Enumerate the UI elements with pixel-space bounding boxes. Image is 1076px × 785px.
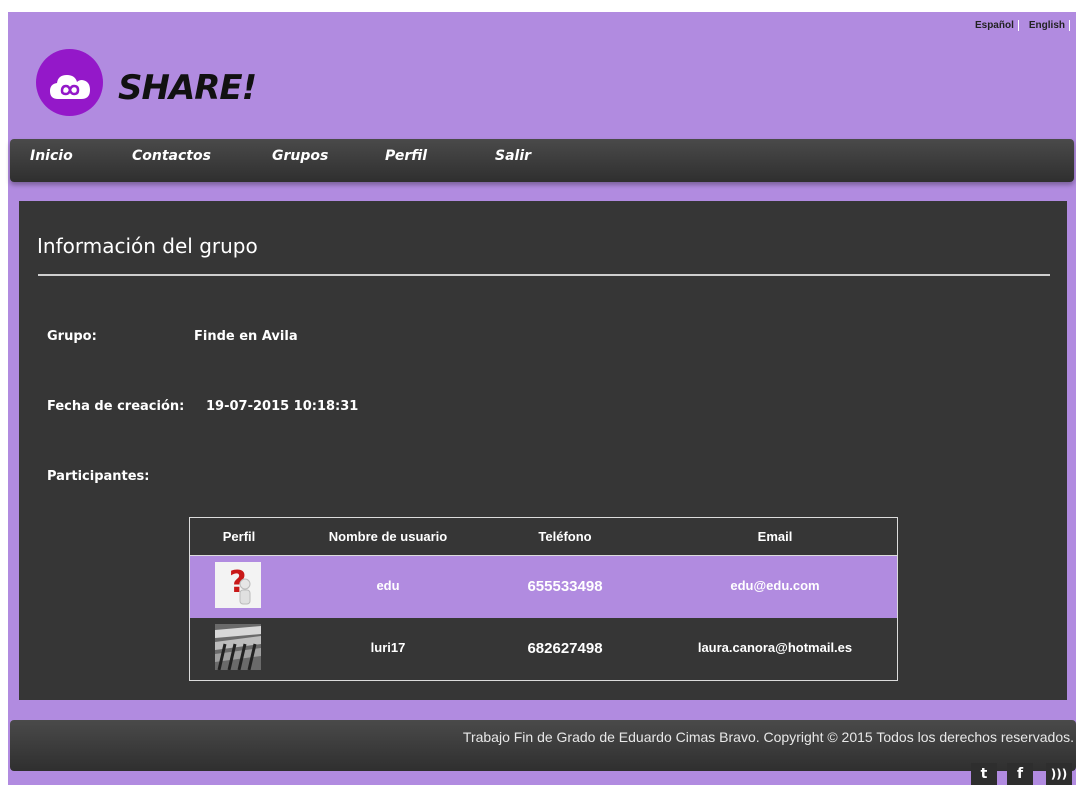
photo-avatar bbox=[215, 624, 261, 670]
table-header: Perfil Nombre de usuario Teléfono Email bbox=[190, 518, 897, 556]
rss-icon[interactable]: ))) bbox=[1046, 763, 1072, 785]
cloud-infinity-icon bbox=[50, 75, 90, 99]
row-username: edu bbox=[376, 578, 400, 593]
question-mark-avatar: ? bbox=[215, 562, 261, 608]
main-nav: Inicio Contactos Grupos Perfil Salir bbox=[10, 139, 1074, 182]
row-email: edu@edu.com bbox=[730, 578, 820, 593]
lang-english-link[interactable]: English bbox=[1029, 20, 1070, 31]
language-selector: Español English bbox=[975, 20, 1070, 31]
row-username: luri17 bbox=[370, 640, 406, 655]
header-username: Nombre de usuario bbox=[328, 529, 448, 544]
participants-label: Participantes: bbox=[47, 469, 150, 484]
header-phone: Teléfono bbox=[538, 529, 592, 544]
nav-salir[interactable]: Salir bbox=[495, 148, 531, 164]
footer: Trabajo Fin de Grado de Eduardo Cimas Br… bbox=[10, 720, 1076, 771]
participants-table: Perfil Nombre de usuario Teléfono Email … bbox=[189, 517, 898, 681]
row-phone: 655533498 bbox=[527, 578, 603, 595]
footer-copyright: Trabajo Fin de Grado de Eduardo Cimas Br… bbox=[462, 729, 1074, 745]
row-email: laura.canora@hotmail.es bbox=[697, 640, 853, 655]
row-phone: 682627498 bbox=[527, 640, 603, 657]
table-row[interactable]: luri17 682627498 laura.canora@hotmail.es bbox=[190, 618, 897, 680]
nav-inicio[interactable]: Inicio bbox=[30, 148, 73, 164]
header-perfil: Perfil bbox=[222, 529, 256, 544]
group-label: Grupo: bbox=[47, 329, 97, 344]
twitter-icon[interactable]: t bbox=[971, 763, 997, 785]
page-title: Información del grupo bbox=[37, 234, 258, 258]
brand-name: SHARE! bbox=[118, 68, 257, 108]
header-email: Email bbox=[757, 529, 793, 544]
facebook-icon[interactable]: f bbox=[1007, 763, 1033, 785]
group-info-panel: Información del grupo Grupo: Finde en Av… bbox=[19, 201, 1067, 700]
nav-grupos[interactable]: Grupos bbox=[272, 148, 328, 164]
lang-spanish-link[interactable]: Español bbox=[975, 20, 1019, 31]
group-value: Finde en Avila bbox=[194, 329, 298, 344]
date-value: 19-07-2015 10:18:31 bbox=[206, 399, 359, 414]
title-divider bbox=[38, 274, 1050, 276]
date-label: Fecha de creación: bbox=[47, 399, 185, 414]
nav-perfil[interactable]: Perfil bbox=[385, 148, 427, 164]
nav-contactos[interactable]: Contactos bbox=[132, 148, 211, 164]
table-row[interactable]: ? edu 655533498 edu@edu.com bbox=[190, 556, 897, 618]
